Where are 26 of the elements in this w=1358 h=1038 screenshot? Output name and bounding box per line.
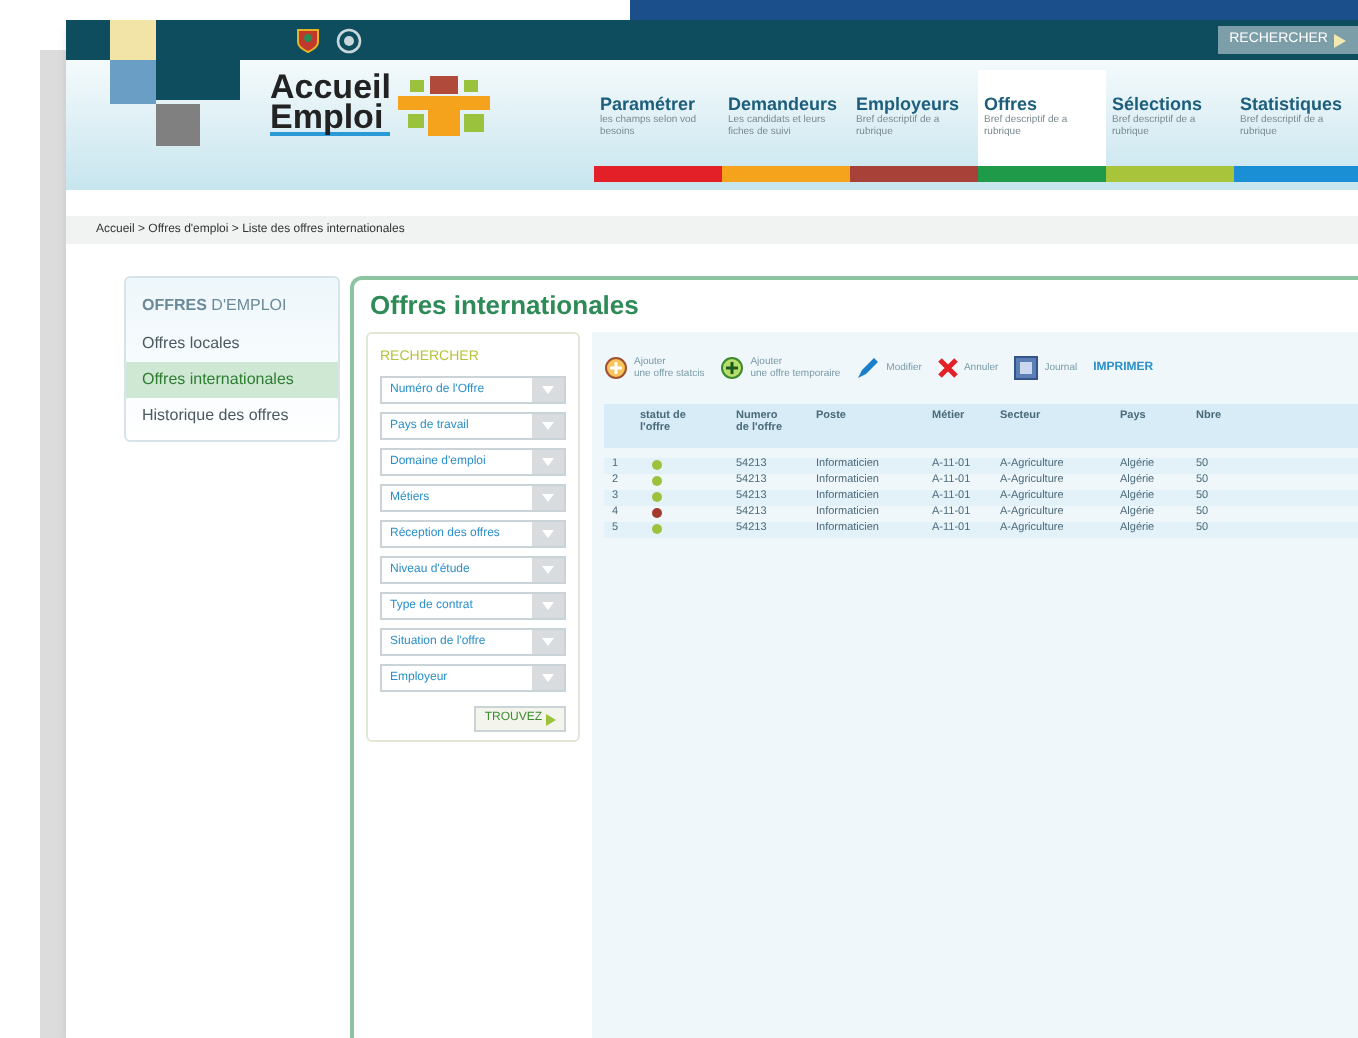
sidebar-item[interactable]: Offres locales xyxy=(126,326,338,362)
sidebar-item[interactable]: Historique des offres xyxy=(126,398,338,434)
dropdown-icon xyxy=(532,414,564,438)
dropdown-icon xyxy=(532,450,564,474)
sidebar-heading: OFFRES D'EMPLOI xyxy=(140,294,289,318)
journal-icon xyxy=(1014,355,1039,379)
logo-title: Emploi xyxy=(270,102,391,136)
logo-title: Accueil xyxy=(270,72,391,102)
dropdown-icon xyxy=(532,378,564,402)
play-icon xyxy=(1334,33,1346,47)
dropdown-icon xyxy=(532,666,564,690)
plus-circle-icon xyxy=(720,355,745,379)
logo-icon xyxy=(398,72,491,140)
plus-circle-icon xyxy=(604,355,628,379)
dropdown-icon xyxy=(532,594,564,618)
emblem-icon xyxy=(296,26,320,54)
page-title: Offres internationales xyxy=(368,288,641,324)
dropdown-icon xyxy=(532,630,564,654)
dropdown-icon xyxy=(532,558,564,582)
close-icon xyxy=(937,357,958,377)
sidebar-item[interactable]: Offres internationales xyxy=(126,362,338,398)
dropdown-icon xyxy=(532,486,564,510)
pencil-icon xyxy=(856,355,881,379)
dropdown-icon xyxy=(532,522,564,546)
play-icon xyxy=(546,713,556,725)
globe-icon xyxy=(336,27,362,53)
